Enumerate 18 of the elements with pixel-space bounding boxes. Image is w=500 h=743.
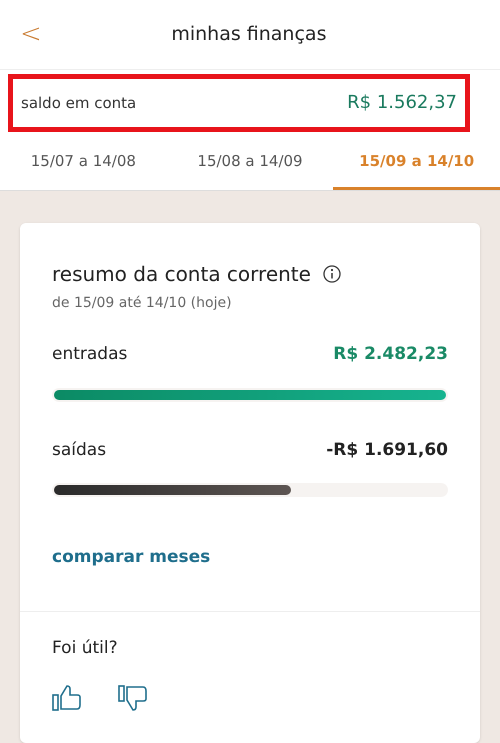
summary-period: de 15/09 até 14/10 (hoje) xyxy=(52,294,233,313)
feedback-question: Foi útil? xyxy=(52,636,119,660)
thumbs-up-icon[interactable] xyxy=(52,685,82,711)
flow-label: entradas xyxy=(52,343,128,366)
page-title: minhas finanças xyxy=(170,22,328,48)
thumbs-down-icon[interactable] xyxy=(118,685,148,711)
info-icon[interactable] xyxy=(322,265,341,283)
summary-title: resumo da conta corrente xyxy=(52,261,311,288)
flow-amount: -R$ 1.691,60 xyxy=(326,438,448,462)
flow-amount: R$ 2.482,23 xyxy=(333,343,448,366)
period-tab[interactable]: 15/07 a 14/08 xyxy=(0,136,167,190)
compare-months-link[interactable]: comparar meses xyxy=(52,545,210,570)
period-tab[interactable]: 15/09 a 14/10 xyxy=(333,136,500,190)
back-button[interactable]: < xyxy=(20,21,42,48)
balance-value: R$ 1.562,37 xyxy=(347,91,457,116)
period-tab[interactable]: 15/08 a 14/09 xyxy=(166,136,334,190)
balance-label: saldo em conta xyxy=(21,92,136,114)
flow-label: saídas xyxy=(52,438,106,462)
